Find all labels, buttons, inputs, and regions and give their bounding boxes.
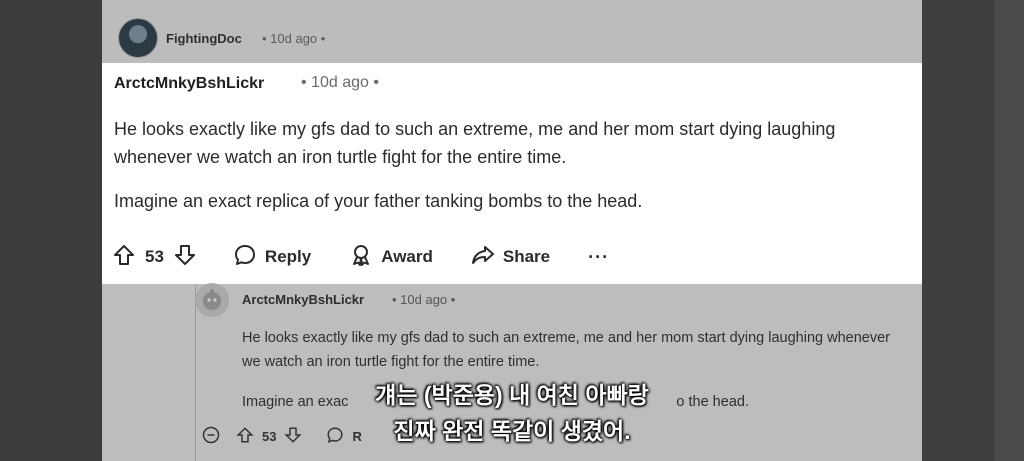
comment-paragraph: He looks exactly like my gfs dad to such…: [242, 330, 890, 370]
avatar[interactable]: [118, 18, 158, 58]
username[interactable]: FightingDoc: [166, 31, 242, 46]
more-options-button[interactable]: ···: [588, 247, 609, 268]
share-icon: [471, 243, 503, 272]
award-button[interactable]: Award: [349, 243, 433, 272]
comment-meta: • 10d ago •: [301, 74, 379, 91]
comment-actions: 53 Reply Award Share ···: [112, 241, 647, 273]
subtitle-text: 진짜 완전 똑같이 생겼어.: [393, 418, 631, 444]
vote-control: 53: [112, 243, 197, 272]
comment-body: He looks exactly like my gfs dad to such…: [114, 115, 904, 231]
username[interactable]: ArctcMnkyBshLickr: [242, 292, 364, 307]
award-icon: [349, 243, 381, 272]
upvote-icon[interactable]: [112, 243, 136, 272]
subtitle-line: 진짜 완전 똑같이 생겼어.: [0, 412, 1024, 446]
more-icon: ···: [588, 246, 610, 267]
avatar[interactable]: [195, 283, 229, 317]
highlighted-comment: ArctcMnkyBshLickr • 10d ago • He looks e…: [102, 63, 922, 284]
parent-comment-header: FightingDoc • 10d ago •: [102, 0, 922, 64]
reply-button[interactable]: Reply: [233, 243, 311, 272]
vote-count: 53: [145, 247, 164, 266]
share-label: Share: [502, 247, 551, 266]
award-label: Award: [381, 247, 433, 266]
comment-meta: • 10d ago •: [392, 292, 456, 307]
share-button[interactable]: Share: [471, 243, 550, 272]
username[interactable]: ArctcMnkyBshLickr: [114, 75, 264, 93]
subtitle-line: 걔는 (박준용) 내 여친 아빠랑: [0, 376, 1024, 410]
subtitle-text: 걔는 (박준용) 내 여친 아빠랑: [375, 382, 649, 408]
comment-meta: • 10d ago •: [262, 31, 326, 46]
downvote-icon[interactable]: [173, 243, 197, 272]
comment-paragraph: He looks exactly like my gfs dad to such…: [114, 119, 836, 167]
comment-paragraph: Imagine an exact replica of your father …: [114, 191, 643, 211]
reply-icon: [233, 243, 265, 272]
reply-label: Reply: [264, 247, 312, 266]
